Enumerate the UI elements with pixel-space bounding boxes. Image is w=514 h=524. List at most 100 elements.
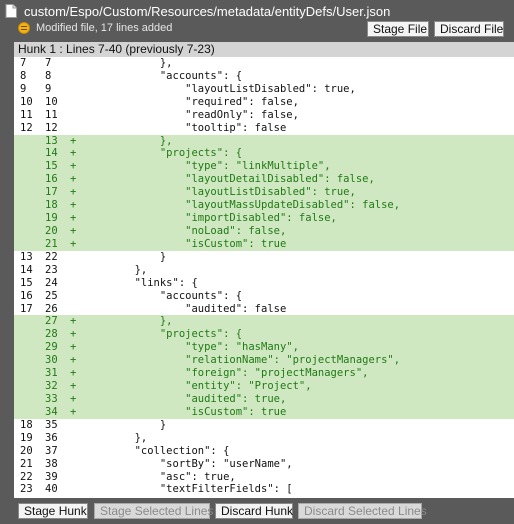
diff-code: "projects": { xyxy=(84,328,243,341)
diff-marker: + xyxy=(70,392,77,405)
diff-code: }, xyxy=(84,134,173,147)
new-line-number: 33 xyxy=(45,392,58,405)
diff-line-added[interactable]: 20 + "noLoad": false, xyxy=(14,224,514,238)
new-line-number: 17 xyxy=(45,186,58,199)
old-line-number: 7 xyxy=(20,57,27,69)
old-line-number: 22 xyxy=(20,470,33,483)
diff-line-context[interactable]: 17 26 "audited": false xyxy=(14,303,514,316)
new-line-number: 18 xyxy=(45,199,58,212)
diff-line-added[interactable]: 17 + "layoutListDisabled": true, xyxy=(14,186,514,200)
diff-code: "readOnly": false, xyxy=(84,108,299,121)
diff-code: "entity": "Project", xyxy=(84,380,312,393)
discard-selected-lines-button[interactable]: Discard Selected Lines xyxy=(298,503,427,519)
stage-selected-lines-button[interactable]: Stage Selected Lines xyxy=(94,503,213,519)
new-line-number: 40 xyxy=(45,483,58,496)
diff-line-context[interactable]: 23 40 "textFilterFields": [ xyxy=(14,483,514,496)
new-line-number: 7 xyxy=(45,57,52,69)
diff-line-context[interactable]: 21 38 "sortBy": "userName", xyxy=(14,458,514,471)
diff-marker: + xyxy=(70,328,77,341)
diff-line-added[interactable]: 34 + "isCustom": true xyxy=(14,405,514,419)
new-line-number: 21 xyxy=(45,237,58,250)
diff-line-added[interactable]: 13 + }, xyxy=(14,134,514,148)
old-line-number: 17 xyxy=(20,302,33,315)
diff-code: "isCustom": true xyxy=(84,405,287,418)
diff-line-context[interactable]: 12 12 "tooltip": false xyxy=(14,122,514,135)
old-line-number: 23 xyxy=(20,483,33,496)
diff-line-context[interactable]: 16 25 "accounts": { xyxy=(14,290,514,303)
new-line-number: 37 xyxy=(45,444,58,457)
new-line-number: 22 xyxy=(45,250,58,263)
discard-file-button[interactable]: Discard File xyxy=(434,21,504,37)
diff-line-context[interactable]: 15 24 "links": { xyxy=(14,277,514,290)
diff-code: "projects": { xyxy=(84,147,243,160)
old-line-number: 9 xyxy=(20,82,27,95)
diff-line-added[interactable]: 21 + "isCustom": true xyxy=(14,237,514,251)
diff-code: }, xyxy=(84,315,173,328)
diff-line-context[interactable]: 18 35 } xyxy=(14,419,514,432)
diff-line-added[interactable]: 30 + "relationName": "projectManagers", xyxy=(14,354,514,368)
new-line-number: 14 xyxy=(45,147,58,160)
diff-line-added[interactable]: 14 + "projects": { xyxy=(14,147,514,161)
new-line-number: 26 xyxy=(45,302,58,315)
new-line-number: 34 xyxy=(45,405,58,418)
diff-code: }, xyxy=(84,263,148,276)
diff-code: "links": { xyxy=(84,276,198,289)
diff-marker: + xyxy=(70,212,77,225)
old-line-number: 14 xyxy=(20,263,33,276)
new-line-number: 35 xyxy=(45,418,58,431)
diff-code: } xyxy=(84,250,167,263)
stage-file-button[interactable]: Stage File xyxy=(367,21,429,37)
diff-marker: + xyxy=(70,315,77,328)
old-line-number: 19 xyxy=(20,431,33,444)
new-line-number: 36 xyxy=(45,431,58,444)
old-line-number: 12 xyxy=(20,121,33,134)
new-line-number: 30 xyxy=(45,354,58,367)
diff-code: "layoutListDisabled": true, xyxy=(84,82,356,95)
diff-line-context[interactable]: 11 11 "readOnly": false, xyxy=(14,109,514,122)
diff-line-context[interactable]: 13 22 } xyxy=(14,251,514,264)
diff-line-context[interactable]: 8 8 "accounts": { xyxy=(14,70,514,83)
new-line-number: 29 xyxy=(45,341,58,354)
diff-line-added[interactable]: 19 + "importDisabled": false, xyxy=(14,212,514,225)
new-line-number: 15 xyxy=(45,160,58,173)
diff-line-added[interactable]: 18 + "layoutMassUpdateDisabled": false, xyxy=(14,199,514,213)
new-line-number: 38 xyxy=(45,457,58,470)
diff-line-added[interactable]: 29 + "type": "hasMany", xyxy=(14,341,514,355)
diff-code: "foreign": "projectManagers", xyxy=(84,367,369,380)
diff-line-added[interactable]: 27 + }, xyxy=(14,315,514,329)
diff-code: "importDisabled": false, xyxy=(84,212,337,225)
discard-hunk-button[interactable]: Discard Hunk xyxy=(215,503,293,519)
diff-marker: + xyxy=(70,147,77,160)
diff-line-added[interactable]: 16 + "layoutDetailDisabled": false, xyxy=(14,173,514,187)
new-line-number: 24 xyxy=(45,276,58,289)
diff-line-context[interactable]: 14 23 }, xyxy=(14,264,514,277)
new-line-number: 25 xyxy=(45,289,58,302)
new-line-number: 20 xyxy=(45,224,58,237)
old-line-number: 13 xyxy=(20,250,33,263)
new-line-number: 19 xyxy=(45,212,58,225)
diff-line-added[interactable]: 31 + "foreign": "projectManagers", xyxy=(14,367,514,381)
diff-line-added[interactable]: 32 + "entity": "Project", xyxy=(14,380,514,393)
diff-line-context[interactable]: 19 36 }, xyxy=(14,432,514,445)
diff-line-context[interactable]: 10 10 "required": false, xyxy=(14,96,514,109)
diff-line-added[interactable]: 28 + "projects": { xyxy=(14,328,514,342)
diff-code: "sortBy": "userName", xyxy=(84,457,293,470)
diff-line-added[interactable]: 15 + "type": "linkMultiple", xyxy=(14,160,514,174)
diff-marker: + xyxy=(70,173,77,186)
diff-line-context[interactable]: 22 39 "asc": true, xyxy=(14,471,514,484)
diff-line-context[interactable]: 9 9 "layoutListDisabled": true, xyxy=(14,83,514,96)
diff-code: "layoutDetailDisabled": false, xyxy=(84,173,375,186)
diff-marker: + xyxy=(70,224,77,237)
diff-line-context[interactable]: 20 37 "collection": { xyxy=(14,445,514,458)
diff-code: "accounts": { xyxy=(84,69,243,82)
new-line-number: 12 xyxy=(45,121,58,134)
diff-code: "asc": true, xyxy=(84,470,236,483)
diff-code: "audited": false xyxy=(84,302,287,315)
diff-view[interactable]: 7 7 }, 8 8 "accounts": {9 9 "layoutListDisab… xyxy=(14,57,514,498)
diff-line-context[interactable]: 7 7 }, xyxy=(14,57,514,70)
new-line-number: 28 xyxy=(45,328,58,341)
diff-code: "isCustom": true xyxy=(84,237,287,250)
new-line-number: 27 xyxy=(45,315,58,328)
diff-line-added[interactable]: 33 + "audited": true, xyxy=(14,392,514,406)
stage-hunk-button[interactable]: Stage Hunk xyxy=(18,503,88,519)
